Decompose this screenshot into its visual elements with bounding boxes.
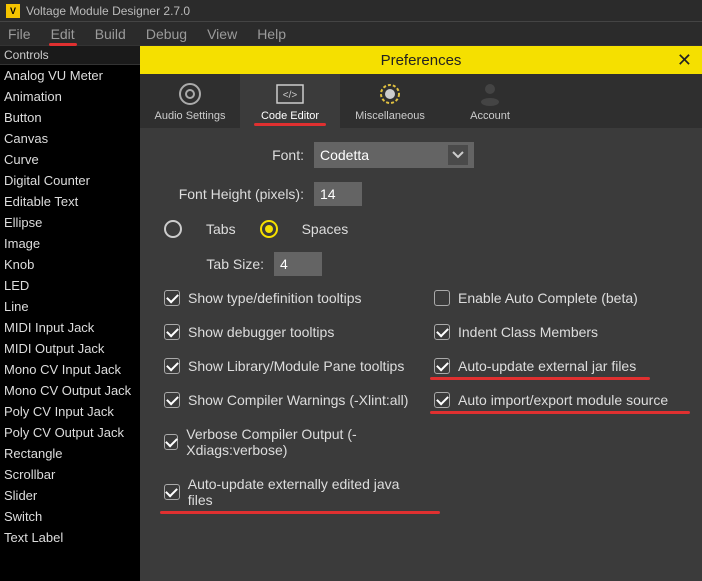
menu-debug[interactable]: Debug xyxy=(146,26,187,42)
list-item[interactable]: Text Label xyxy=(0,527,140,548)
check-show-type-tooltips[interactable] xyxy=(164,290,180,306)
tab-account[interactable]: Account xyxy=(440,74,540,128)
preferences-dialog: Preferences ✕ Audio Settings </> Code Ed… xyxy=(140,46,702,581)
list-item[interactable]: Animation xyxy=(0,86,140,107)
user-icon xyxy=(440,82,540,106)
radio-tabs[interactable] xyxy=(164,220,182,238)
list-item[interactable]: Line xyxy=(0,296,140,317)
check-auto-update-jar[interactable] xyxy=(434,358,450,374)
check-auto-import-export[interactable] xyxy=(434,392,450,408)
radio-spaces[interactable] xyxy=(260,220,278,238)
list-item[interactable]: Image xyxy=(0,233,140,254)
speaker-icon xyxy=(140,82,240,106)
dialog-header: Preferences ✕ xyxy=(140,46,702,74)
dialog-title: Preferences xyxy=(381,52,462,69)
checkbox-grid: Show type/definition tooltips Enable Aut… xyxy=(164,290,678,508)
list-item[interactable]: Scrollbar xyxy=(0,464,140,485)
check-enable-autocomplete[interactable] xyxy=(434,290,450,306)
app-logo-icon: V xyxy=(6,4,20,18)
check-verbose-compiler[interactable] xyxy=(164,434,178,450)
list-item[interactable]: Poly CV Input Jack xyxy=(0,401,140,422)
tab-audio-settings[interactable]: Audio Settings xyxy=(140,74,240,128)
tab-miscellaneous[interactable]: Miscellaneous xyxy=(340,74,440,128)
menu-help[interactable]: Help xyxy=(257,26,286,42)
radio-tabs-label: Tabs xyxy=(206,221,236,237)
list-item[interactable]: Editable Text xyxy=(0,191,140,212)
list-item[interactable]: Slider xyxy=(0,485,140,506)
font-height-label: Font Height (pixels): xyxy=(164,186,304,202)
app-title: Voltage Module Designer 2.7.0 xyxy=(26,4,190,18)
tab-size-input[interactable]: 4 xyxy=(274,252,322,276)
tab-label: Audio Settings xyxy=(140,110,240,122)
code-icon: </> xyxy=(240,82,340,106)
list-item[interactable]: Mono CV Output Jack xyxy=(0,380,140,401)
tab-label: Account xyxy=(440,110,540,122)
annotation-underline xyxy=(254,123,326,126)
title-bar: V Voltage Module Designer 2.7.0 xyxy=(0,0,702,22)
list-item[interactable]: Button xyxy=(0,107,140,128)
tab-size-label: Tab Size: xyxy=(164,256,264,272)
controls-panel-header: Controls xyxy=(0,46,140,65)
menu-view[interactable]: View xyxy=(207,26,237,42)
dialog-body: Font: Codetta Font Height (pixels): 14 T… xyxy=(140,128,702,522)
dialog-tabs: Audio Settings </> Code Editor Miscellan… xyxy=(140,74,702,128)
gear-icon xyxy=(340,82,440,106)
menu-file[interactable]: File xyxy=(8,26,31,42)
font-height-input[interactable]: 14 xyxy=(314,182,362,206)
list-item[interactable]: Rectangle xyxy=(0,443,140,464)
list-item[interactable]: MIDI Output Jack xyxy=(0,338,140,359)
list-item[interactable]: Curve xyxy=(0,149,140,170)
font-label: Font: xyxy=(164,147,304,163)
check-indent-class-members[interactable] xyxy=(434,324,450,340)
tab-label: Code Editor xyxy=(240,110,340,122)
controls-panel: Controls Analog VU Meter Animation Butto… xyxy=(0,46,140,581)
list-item[interactable]: Switch xyxy=(0,506,140,527)
list-item[interactable]: Analog VU Meter xyxy=(0,65,140,86)
list-item[interactable]: MIDI Input Jack xyxy=(0,317,140,338)
close-icon[interactable]: ✕ xyxy=(677,50,692,71)
check-show-debugger-tooltips[interactable] xyxy=(164,324,180,340)
font-select[interactable]: Codetta xyxy=(314,142,474,168)
annotation-underline xyxy=(430,411,690,414)
menu-bar: File Edit Build Debug View Help xyxy=(0,22,702,46)
list-item[interactable]: Poly CV Output Jack xyxy=(0,422,140,443)
check-auto-update-java[interactable] xyxy=(164,484,180,500)
tab-code-editor[interactable]: </> Code Editor xyxy=(240,74,340,128)
list-item[interactable]: Mono CV Input Jack xyxy=(0,359,140,380)
tab-label: Miscellaneous xyxy=(340,110,440,122)
annotation-underline xyxy=(430,377,650,380)
svg-text:</>: </> xyxy=(283,90,298,101)
list-item[interactable]: LED xyxy=(0,275,140,296)
chevron-down-icon xyxy=(448,145,468,165)
menu-build[interactable]: Build xyxy=(95,26,126,42)
controls-list: Analog VU Meter Animation Button Canvas … xyxy=(0,65,140,548)
list-item[interactable]: Knob xyxy=(0,254,140,275)
list-item[interactable]: Ellipse xyxy=(0,212,140,233)
check-show-compiler-warnings[interactable] xyxy=(164,392,180,408)
list-item[interactable]: Canvas xyxy=(0,128,140,149)
annotation-underline xyxy=(160,511,440,514)
list-item[interactable]: Digital Counter xyxy=(0,170,140,191)
font-value: Codetta xyxy=(320,147,369,163)
check-show-library-tooltips[interactable] xyxy=(164,358,180,374)
radio-spaces-label: Spaces xyxy=(302,221,349,237)
menu-edit[interactable]: Edit xyxy=(51,26,75,42)
